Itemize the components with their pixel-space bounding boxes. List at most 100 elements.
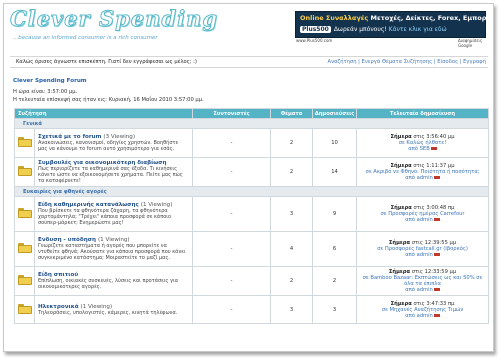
col-header-topics: Θέματα [270,108,314,119]
forum-topics-count: 2 [270,157,314,187]
folder-icon [17,303,32,314]
forum-row: Είδη σπιτιού Επίπλωση, οικιακές συσκευές… [14,266,490,296]
go-to-last-post-icon[interactable] [433,313,440,317]
forum-topics-count: 3 [270,196,314,232]
forum-topics-count: 3 [270,295,314,324]
folder-icon [17,137,32,147]
forum-moderators: - [192,231,272,267]
top-nav-links[interactable]: Αναζήτηση | Ενεργά Θέματα Συζήτησης | Εί… [328,59,486,65]
ad-line-2-text: Δωρεάν μπόνους! [333,26,387,33]
last-post-author-link[interactable]: από admin [405,252,433,258]
forum-moderators: - [192,266,272,296]
ad-line-2: Plus500 Δωρεάν μπόνους! Κάντε κλικ για εδ… [300,26,447,33]
forum-cell: Ενδυση - υπόδηση (1 Viewing) Γνωρίζετε κ… [33,231,194,267]
forum-cell: Είδη καθημερινής κατανάλωσης (1 Viewing)… [33,196,194,232]
col-header-posts: Δημοσιεύσεις [312,108,358,119]
last-post-cell: Σήμερα στις 3:56:40 μμ σε Καλώς ήλθατε! … [356,128,490,158]
category-row-general: Γενικά [13,118,490,129]
ad-banner[interactable]: Online Συναλλαγές Μετοχές, Δείκτες, Fore… [295,11,493,38]
folder-icon [17,275,32,285]
forum-cell: Σχετικά με το forum (3 Viewing) Ανακοινώ… [33,128,194,158]
last-post-author-line: από admin [357,313,488,319]
forum-topics-count: 2 [270,128,314,158]
browser-page: Clever Spending ...because an informed c… [3,3,494,352]
forum-title-link[interactable]: Clever Spending Forum [13,78,87,84]
last-post-author-link[interactable]: από admin [405,313,433,319]
forum-table: Συζήτηση Συντονιστές Θέματα Δημοσιεύσεις… [13,108,490,324]
last-post-author-link[interactable]: από admin [405,217,433,223]
last-post-day: Σήμερα [390,300,412,307]
forum-cell: Συμβουλές για οικονομικότερη διαβίωση Πώ… [33,157,194,187]
welcome-message: Καλώς όρισες άγνωστε επισκέπτη. Γιατί δε… [16,59,197,65]
folder-icon-cell [14,231,35,267]
forum-moderators: - [192,196,272,232]
forum-description: Ανακοινώσεις, κανονισμοί, οδηγίες χρηστώ… [38,140,179,152]
col-header-moderators: Συντονιστές [192,108,272,119]
last-post-author-line: από SEB [357,146,488,152]
go-to-last-post-icon[interactable] [430,147,437,150]
last-post-author-line: από admin [357,175,488,181]
forum-row: Ενδυση - υπόδηση (1 Viewing) Γνωρίζετε κ… [14,231,490,267]
last-post-cell: Σήμερα στις 3:00:48 πμ σε Προσφορές ημέρ… [356,196,490,232]
forum-posts-count: 9 [312,196,358,232]
folder-icon-cell [14,266,35,296]
forum-posts-count: 14 [312,157,358,187]
site-tagline: ...because an informed consumer is a ric… [13,35,158,41]
forum-row: Συμβουλές για οικονομικότερη διαβίωση Πώ… [14,157,490,187]
go-to-last-post-icon[interactable] [433,253,440,256]
folder-icon [17,166,32,176]
category-name[interactable]: Γενικά [13,118,490,129]
forum-posts-count: 6 [312,231,358,267]
forum-viewing: (1 Viewing) [80,303,113,310]
last-post-author-link[interactable]: από admin [405,175,433,181]
folder-icon-cell [14,157,35,187]
folder-icon [17,243,32,253]
site-header: Clever Spending ...because an informed c… [4,4,493,52]
category-name[interactable]: Ευκαιρίες για φθηνές αγορές [13,186,490,197]
forum-posts-count: 2 [312,266,358,296]
table-header-row: Συζήτηση Συντονιστές Θέματα Δημοσιεύσεις… [13,108,490,119]
forum-row: Είδη καθημερινής κατανάλωσης (1 Viewing)… [14,196,490,232]
forum-row: Ηλεκτρονικά (1 Viewing) Τηλεοράσεις, υπο… [14,295,490,324]
ad-by-google[interactable]: Διαφημίσεις Google [458,38,493,48]
forum-topics-count: 2 [270,266,314,296]
ad-line-2-link[interactable]: Κάντε κλικ για εδώ [389,26,447,33]
go-to-last-post-icon[interactable] [433,288,440,291]
ad-url[interactable]: www.Plus500.com [296,38,332,43]
forum-name-link[interactable]: Ηλεκτρονικά [38,304,79,310]
ad-line-1-text: Μετοχές, Δείκτες, Forex, Εμπορεύματα [370,14,494,22]
folder-icon-cell [14,196,35,232]
forum-topics-count: 4 [270,231,314,267]
forum-posts-count: 10 [312,128,358,158]
forum-cell: Ηλεκτρονικά (1 Viewing) Τηλεοράσεις, υπο… [33,295,194,324]
forum-moderators: - [192,128,272,158]
forum-cell: Είδη σπιτιού Επίπλωση, οικιακές συσκευές… [33,266,194,296]
forum-description: Πώς περιορίζετε τα καθημερινά σας έξοδα.… [38,166,183,184]
last-post-cell: Σήμερα στις 1:11:37 μμ σε Ακριβό vs Φθην… [356,157,490,187]
last-post-author-line: από admin [357,252,488,258]
folder-icon-cell [14,128,35,158]
last-post-author-line: από admin [357,217,488,223]
last-post-cell: Σήμερα στις 12:33:59 μμ σε Bamboo Bazaar… [356,266,490,296]
forum-moderators: - [192,295,272,324]
forum-posts-count: 3 [312,295,358,324]
last-post-time: στις 3:47:33 πμ [413,300,455,307]
forum-moderators: - [192,157,272,187]
last-post-author-link[interactable]: από SEB [408,146,430,152]
folder-icon [17,208,32,218]
col-header-last-post: Τελευταία δημοσίευση [356,108,490,119]
site-logo[interactable]: Clever Spending [9,6,218,32]
go-to-last-post-icon[interactable] [433,176,440,179]
category-row-deals: Ευκαιρίες για φθηνές αγορές [13,186,490,197]
current-time: Η ώρα είναι: 3:57:00 μμ. [13,89,78,95]
last-post-author-link[interactable]: από admin [405,287,433,293]
last-post-author-line: από admin [357,287,488,293]
ad-line-1: Online Συναλλαγές Μετοχές, Δείκτες, Fore… [300,14,494,22]
forum-row: Σχετικά με το forum (3 Viewing) Ανακοινώ… [14,128,490,158]
go-to-last-post-icon[interactable] [433,218,440,221]
last-post-topic-link[interactable]: σε Bamboo Bazaar: Εκπτώσεις ως και 50% σ… [357,275,488,287]
ad-line-1-title: Online Συναλλαγές [300,14,369,22]
ad-badge: Plus500 [300,26,331,33]
forum-description: Τηλεοράσεις, υπολογιστές, κάμερες, κινητ… [38,309,178,316]
col-header-topic: Συζήτηση [13,108,194,119]
